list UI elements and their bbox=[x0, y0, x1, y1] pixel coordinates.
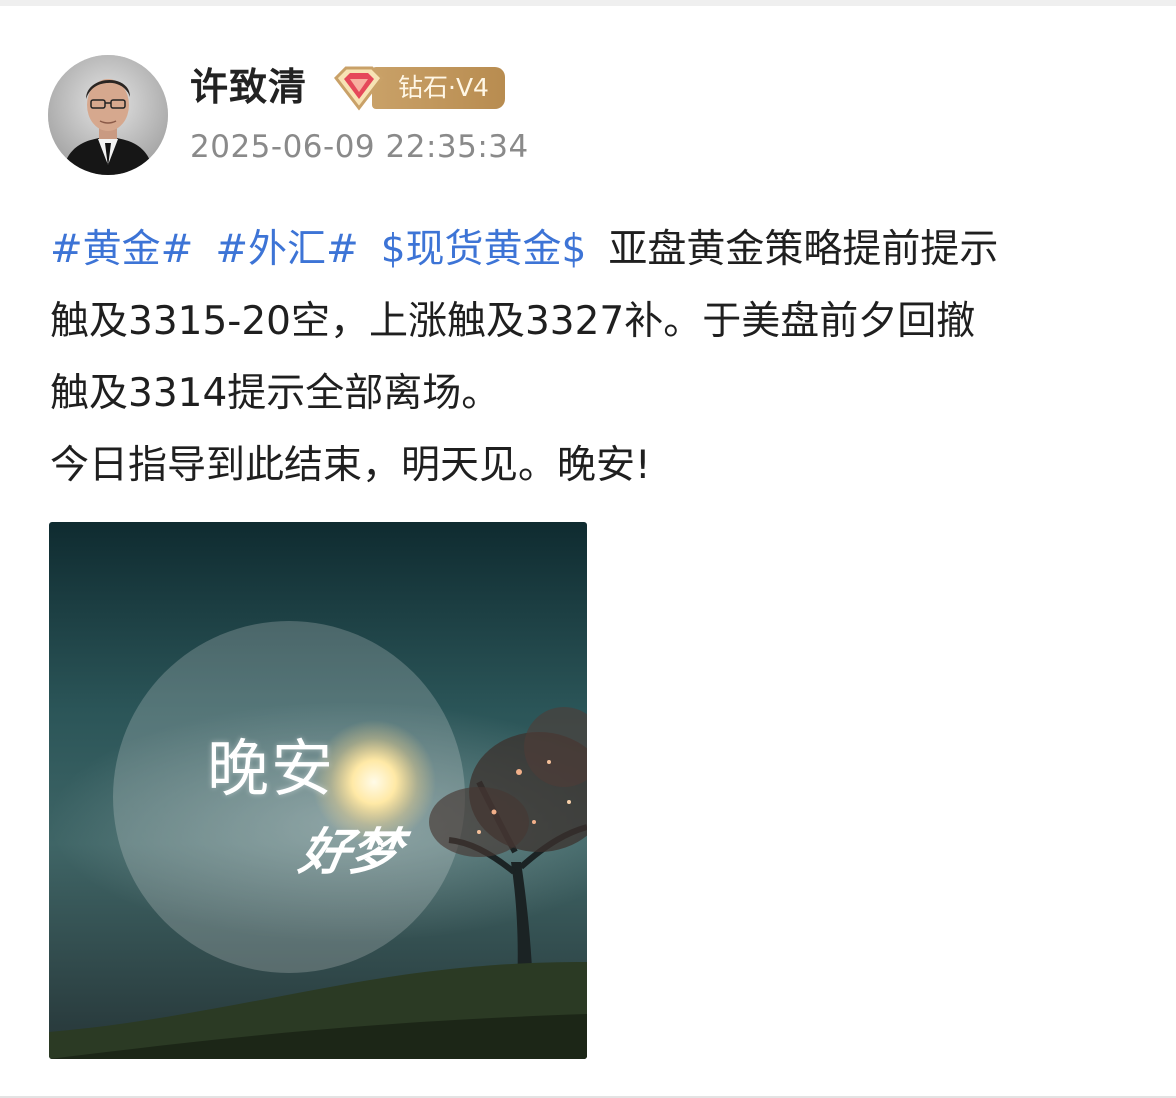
cashtag-spot-gold[interactable]: $现货黄金$ bbox=[381, 227, 587, 272]
post-text-1: 亚盘黄金策略提前提示 bbox=[608, 227, 999, 272]
post-body: #黄金# #外汇# $现货黄金$ 亚盘黄金策略提前提示 触及3315-20空，上涨触及… bbox=[50, 214, 1120, 502]
diamond-gem-icon bbox=[334, 66, 384, 111]
hashtag-forex[interactable]: #外汇# bbox=[215, 227, 358, 272]
post-line-1: #黄金# #外汇# $现货黄金$ 亚盘黄金策略提前提示 bbox=[50, 214, 1120, 286]
post-line-3: 触及3314提示全部离场。 bbox=[50, 371, 501, 416]
post-timestamp: 2025-06-09 22:35:34 bbox=[190, 129, 529, 165]
hashtag-gold[interactable]: #黄金# bbox=[50, 227, 193, 272]
avatar-portrait bbox=[48, 55, 168, 175]
post-line-2: 触及3315-20空，上涨触及3327补。于美盘前夕回撤 bbox=[50, 299, 976, 344]
image-subtitle: 好梦 bbox=[295, 823, 406, 881]
post-image[interactable]: 晚安 好梦 bbox=[49, 522, 587, 1059]
badge-label: 钻石·V4 bbox=[372, 67, 505, 109]
author-name[interactable]: 许致清 bbox=[190, 62, 307, 112]
image-title: 晚安 bbox=[207, 732, 336, 805]
top-divider bbox=[0, 0, 1176, 6]
vip-badge[interactable]: 钻石·V4 bbox=[330, 66, 505, 111]
post-line-4: 今日指导到此结束，明天见。晚安! bbox=[50, 443, 651, 488]
avatar[interactable] bbox=[48, 55, 168, 175]
